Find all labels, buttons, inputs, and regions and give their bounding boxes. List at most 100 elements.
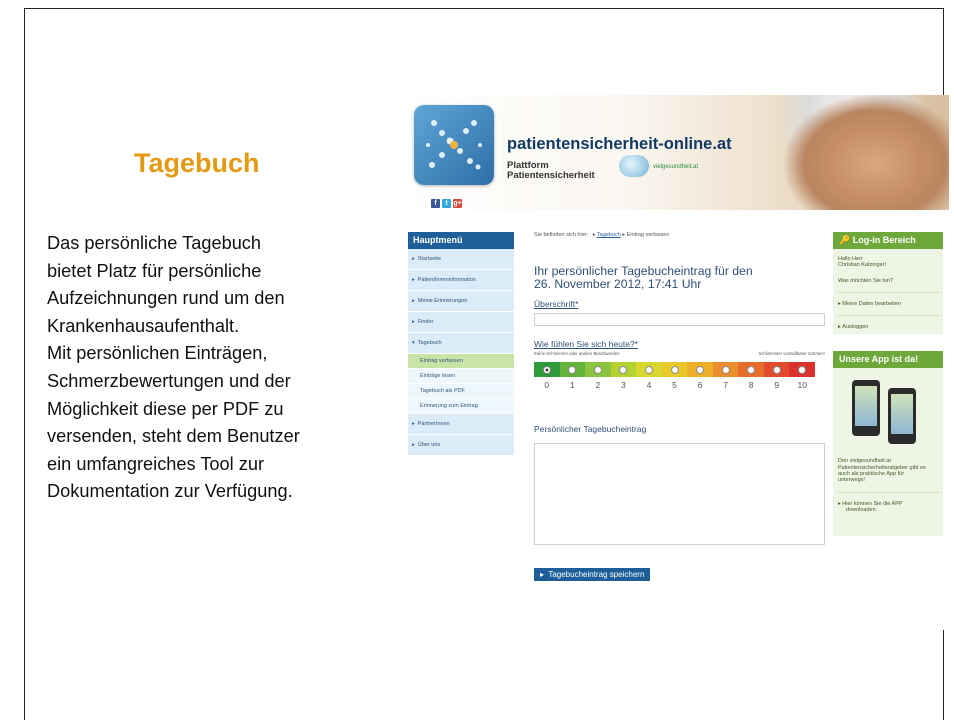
pain-radio-button[interactable] (670, 365, 679, 374)
menu-arrow-icon: ▸ (412, 256, 415, 262)
pain-scale-number: 10 (797, 380, 807, 390)
app-phones-image (838, 374, 939, 456)
breadcrumb-link-tagebuch[interactable]: Tagebuch (597, 232, 621, 238)
link-arrow-icon: ▸ (838, 324, 841, 331)
partner-name[interactable]: vielgesundheit.at (653, 164, 698, 170)
breadcrumb-prefix: Sie befinden sich hier: (534, 232, 589, 238)
app-box: Den vielgesundheit.at Patientensicherhei… (833, 368, 943, 537)
entry-title: Ihr persönlicher Tagebucheintrag für den… (534, 265, 829, 291)
pain-radio-button[interactable] (593, 365, 602, 374)
pain-scale-option[interactable] (738, 362, 764, 377)
link-arrow-icon: ▸ (838, 300, 841, 307)
pain-radio-button[interactable] (721, 365, 730, 374)
site-logo[interactable] (414, 105, 494, 185)
body-line: Möglichkeit diese per PDF zu (47, 398, 284, 419)
plattform-line: Patientensicherheit (507, 170, 595, 181)
pain-scale-option[interactable] (559, 362, 586, 377)
app-text: Den vielgesundheit.at Patientensicherhei… (838, 458, 939, 483)
app-box-heading: Unsere App ist da! (833, 351, 943, 369)
breadcrumb-separator-icon: ▸ (622, 232, 626, 238)
pain-scale-option[interactable] (610, 362, 637, 377)
heading-field-label: Überschrift* (534, 299, 579, 309)
pain-scale-min-label: Keine Schmerzen oder andere Beschwerden (534, 351, 620, 356)
pain-radio-button[interactable] (772, 365, 781, 374)
app-download-link[interactable]: ▸ Hier können Sie die APP downloaden (838, 501, 939, 514)
pain-scale-option[interactable] (585, 362, 611, 377)
menu-item-tagebuch[interactable]: ▾ Tagebuch (408, 333, 514, 354)
slide-title: Tagebuch (134, 148, 260, 178)
main-menu: Hauptmenü ▸ Startseite ▸ PatientInneninfor… (408, 232, 514, 456)
body-line: Schmerzbewertungen und der (47, 370, 291, 391)
menu-item-label: Startseite (417, 256, 441, 262)
pain-question-label: Wie fühlen Sie sich heute?* (534, 339, 638, 349)
partner-logo-icon[interactable] (619, 155, 649, 177)
save-entry-button[interactable]: ▸ Tagebucheintrag speichern (534, 568, 651, 581)
menu-item-label: Tagebuch (417, 340, 442, 346)
pain-radio-button[interactable] (619, 365, 628, 374)
menu-item-label: PartnerInnen (417, 421, 450, 427)
social-icons: f t g+ (431, 199, 462, 208)
login-question: Was möchten Sie tun? (838, 277, 894, 284)
submenu-item-tagebuch-pdf[interactable]: Tagebuch als PDF (408, 384, 514, 399)
body-line: Das persönliche Tagebuch (47, 233, 262, 253)
edit-data-link[interactable]: ▸ Meine Daten bearbeiten (838, 301, 939, 307)
login-box: Hallo Herr Christian Katzinger! Was möch… (833, 249, 943, 335)
pain-radio-button[interactable] (747, 365, 756, 374)
google-plus-icon[interactable]: g+ (453, 199, 462, 208)
menu-arrow-icon: ▸ (412, 319, 415, 325)
pain-scale-number: 0 (544, 380, 550, 390)
menu-item-label: PatientInneninformation (417, 277, 476, 283)
login-box-heading: 🔑 Log-in Bereich (833, 232, 943, 249)
submenu-item-eintrag-verfassen[interactable]: Eintrag verfassen (408, 354, 514, 369)
menu-item-partnerinnen[interactable]: ▸ PartnerInnen (408, 414, 514, 435)
divider (838, 315, 939, 317)
breadcrumb: Sie befinden sich hier: ▸ Tagebuch ▸ Ein… (534, 232, 829, 238)
pain-scale-number: 7 (723, 380, 728, 390)
menu-item-label: Finder (417, 319, 434, 325)
header-photo (784, 95, 949, 210)
pain-scale-option[interactable] (687, 362, 713, 377)
diary-entry-textarea[interactable] (534, 443, 825, 545)
twitter-icon[interactable]: t (442, 199, 451, 208)
site-name[interactable]: patientensicherheit-online.at (507, 135, 732, 154)
pain-scale-option[interactable] (789, 362, 816, 377)
pain-scale-number: 2 (595, 380, 601, 390)
link-arrow-icon: ▸ (838, 500, 841, 507)
facebook-icon[interactable]: f (431, 199, 440, 208)
pain-scale-option[interactable] (712, 362, 739, 377)
pain-radio-button[interactable] (542, 365, 551, 374)
site-header: patientensicherheit-online.at Plattform … (404, 95, 949, 210)
menu-item-patienteninformation[interactable]: ▸ PatientInneninformation (408, 270, 514, 291)
pain-radio-button[interactable] (644, 365, 653, 374)
save-entry-label: Tagebucheintrag speichern (548, 570, 645, 579)
pain-scale-max-label: Schlimmster vorstellbarer Schmerz (758, 351, 825, 356)
pain-scale-option[interactable] (636, 362, 662, 377)
entry-title-line: 26. November 2012, 17:41 Uhr (534, 277, 702, 291)
menu-item-erinnerungen[interactable]: ▸ Meine Erinnerungen (408, 291, 514, 312)
pain-radio-button[interactable] (696, 365, 705, 374)
submenu-item-erinnerung[interactable]: Erinnerung zum Eintrag (408, 399, 514, 414)
logout-link[interactable]: ▸ Ausloggen (838, 324, 939, 330)
menu-arrow-icon: ▸ (412, 298, 415, 304)
menu-item-startseite[interactable]: ▸ Startseite (408, 249, 514, 270)
submenu-item-eintraege-lesen[interactable]: Einträge lesen (408, 369, 514, 384)
menu-arrow-icon: ▸ (412, 277, 415, 283)
body-line: Dokumentation zur Verfügung. (47, 481, 293, 502)
heading-input[interactable] (534, 313, 825, 326)
menu-item-finder[interactable]: ▸ Finder (408, 312, 514, 333)
pain-radio-button[interactable] (568, 365, 577, 374)
menu-arrow-icon: ▸ (412, 442, 415, 448)
diary-entry-label: Persönlicher Tagebucheintrag (534, 424, 647, 434)
pain-scale-number: 8 (748, 380, 754, 390)
key-icon: 🔑 (839, 235, 851, 245)
pain-scale-option[interactable] (661, 362, 688, 377)
menu-item-label: Meine Erinnerungen (417, 298, 468, 304)
menu-item-ueber-uns[interactable]: ▸ Über uns (408, 435, 514, 456)
pain-scale-option[interactable] (534, 362, 560, 377)
body-line: Mit persönlichen Einträgen, (47, 343, 268, 364)
pain-scale-option[interactable] (763, 362, 790, 377)
main-content: Sie befinden sich hier: ▸ Tagebuch ▸ Ein… (534, 232, 829, 582)
pain-radio-button[interactable] (798, 365, 807, 374)
slide-body: Das persönliche Tagebuch bietet Platz fü… (47, 230, 397, 506)
breadcrumb-current: Eintrag verfassen (626, 232, 670, 238)
